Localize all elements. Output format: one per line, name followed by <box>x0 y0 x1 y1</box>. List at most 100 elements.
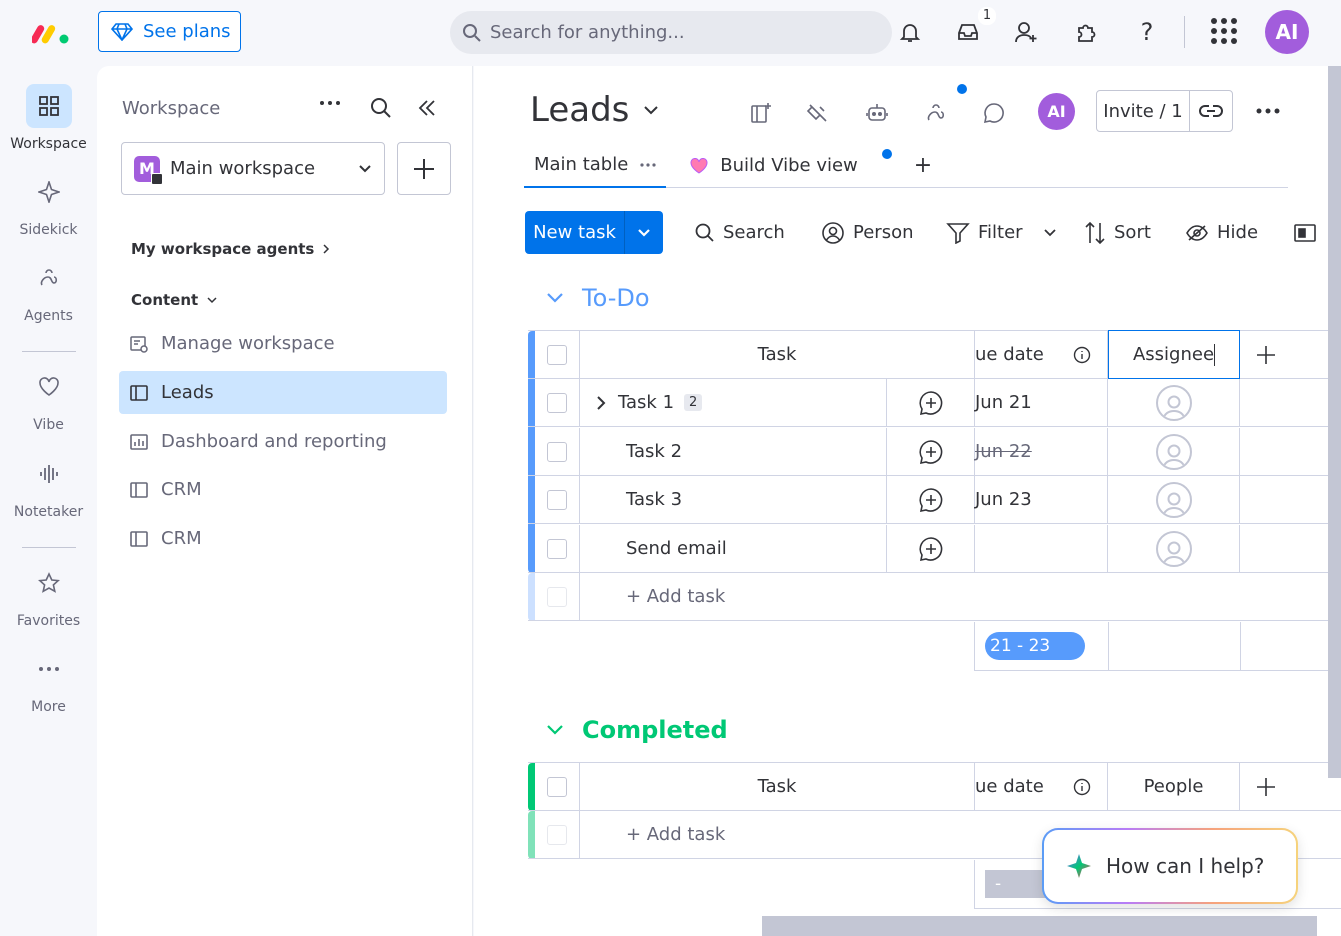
add-column-button[interactable] <box>1240 331 1292 378</box>
panel-more-icon[interactable] <box>319 100 341 106</box>
add-column-button[interactable] <box>1240 763 1292 810</box>
invite-button[interactable]: Invite / 1 <box>1096 90 1233 132</box>
assignee-cell[interactable] <box>1108 379 1240 426</box>
hide-tool[interactable]: Hide <box>1185 211 1258 254</box>
column-header-task[interactable]: Task <box>580 763 975 810</box>
search-tool[interactable]: Search <box>695 211 785 254</box>
column-header-assignee-input[interactable]: Assignee <box>1108 330 1240 379</box>
bell-icon[interactable] <box>896 18 924 46</box>
group-header-todo[interactable]: To-Do <box>546 284 650 312</box>
due-date-cell[interactable]: Jun 23 <box>975 476 1108 523</box>
row-checkbox[interactable] <box>547 489 567 510</box>
nav-item-leads[interactable]: Leads <box>119 371 447 414</box>
nav-item-crm[interactable]: CRM <box>119 517 447 560</box>
sidekick-board-icon[interactable] <box>747 99 775 127</box>
nav-item-crm[interactable]: CRM <box>119 468 447 511</box>
integrations-icon[interactable] <box>1073 18 1101 46</box>
info-icon[interactable] <box>1073 778 1091 796</box>
rail-vibe[interactable]: Vibe <box>0 365 97 433</box>
rail-notetaker[interactable]: Notetaker <box>0 452 97 520</box>
add-update-icon[interactable] <box>887 476 975 523</box>
row-checkbox[interactable] <box>547 441 567 462</box>
column-header-task[interactable]: Task <box>580 331 975 378</box>
task-cell[interactable]: Task 3 <box>580 476 887 523</box>
workspace-selector[interactable]: M Main workspace <box>121 142 385 195</box>
panel-search-icon[interactable] <box>370 97 392 119</box>
apps-grid-icon[interactable] <box>1210 17 1238 45</box>
column-title: Assignee <box>1132 344 1215 365</box>
board-title[interactable]: Leads <box>530 90 659 130</box>
table-row[interactable]: Send email <box>528 525 1341 573</box>
tab-build-vibe-view[interactable]: Build Vibe view <box>680 144 868 188</box>
filter-tool[interactable]: Filter <box>946 211 1057 254</box>
content-section[interactable]: Content <box>131 291 218 309</box>
table-row[interactable]: Task 3 Jun 23 <box>528 476 1341 524</box>
table-row[interactable]: Task 2 Jun 22 <box>528 428 1341 476</box>
monday-logo[interactable] <box>32 20 72 46</box>
agents-icon[interactable] <box>923 99 951 127</box>
copy-link-icon[interactable] <box>1190 91 1232 131</box>
add-update-icon[interactable] <box>887 379 975 426</box>
add-view-button[interactable]: + <box>904 144 942 188</box>
row-checkbox[interactable] <box>547 392 567 413</box>
assignee-cell[interactable] <box>1108 525 1240 572</box>
add-task-row[interactable]: + Add task <box>528 573 1341 621</box>
task-cell[interactable]: Send email <box>580 525 887 572</box>
board-user-avatar[interactable]: AI <box>1038 93 1075 130</box>
collapse-panel-icon[interactable] <box>418 99 436 117</box>
new-task-button[interactable]: New task <box>525 211 663 254</box>
due-date-cell[interactable] <box>975 525 1108 572</box>
select-all-checkbox[interactable] <box>547 776 567 797</box>
group-header-completed[interactable]: Completed <box>546 716 728 744</box>
add-update-icon[interactable] <box>887 428 975 475</box>
info-icon[interactable] <box>1073 346 1091 364</box>
row-checkbox[interactable] <box>547 538 567 559</box>
assignee-cell[interactable] <box>1108 476 1240 523</box>
sort-tool[interactable]: Sort <box>1084 211 1151 254</box>
tab-more-icon[interactable] <box>640 162 656 167</box>
inbox-icon[interactable] <box>954 18 982 46</box>
updates-chat-icon[interactable] <box>980 99 1008 127</box>
see-plans-button[interactable]: See plans <box>98 11 241 52</box>
due-date-cell[interactable]: Jun 22 <box>975 428 1108 475</box>
help-icon[interactable]: ? <box>1133 18 1161 46</box>
add-update-icon[interactable] <box>887 525 975 572</box>
column-header-due-date[interactable]: ue date <box>975 763 1108 810</box>
global-search-input[interactable]: Search for anything... <box>450 11 892 54</box>
group-by-tool[interactable] <box>1294 211 1316 254</box>
nav-item-dashboard[interactable]: Dashboard and reporting <box>119 420 447 463</box>
table-row[interactable]: Task 1 2 Jun 21 <box>528 379 1341 427</box>
assignee-cell[interactable] <box>1108 428 1240 475</box>
task-cell[interactable]: Task 1 2 <box>580 379 887 426</box>
add-workspace-item-button[interactable] <box>397 142 451 195</box>
rail-favorites[interactable]: Favorites <box>0 561 97 629</box>
due-date-cell[interactable]: Jun 21 <box>975 379 1108 426</box>
column-header-people[interactable]: People <box>1108 763 1240 810</box>
chevron-down-icon[interactable] <box>546 292 564 304</box>
workspace-agents-section[interactable]: My workspace agents <box>131 240 330 258</box>
tab-main-table[interactable]: Main table <box>524 144 667 188</box>
chevron-down-icon[interactable] <box>625 211 663 254</box>
rail-divider <box>22 351 76 352</box>
rail-more[interactable]: More <box>0 647 97 715</box>
add-task-input[interactable]: + Add task <box>580 573 1341 620</box>
rail-workspace[interactable]: Workspace <box>0 84 97 152</box>
column-header-due-date[interactable]: ue date <box>975 331 1108 378</box>
horizontal-scrollbar[interactable] <box>762 916 1317 936</box>
rail-agents[interactable]: Agents <box>0 256 97 324</box>
nav-item-manage-workspace[interactable]: Manage workspace <box>119 322 447 365</box>
select-all-checkbox[interactable] <box>547 344 567 365</box>
integrate-icon[interactable] <box>804 99 832 127</box>
chevron-down-icon[interactable] <box>546 724 564 736</box>
user-avatar[interactable]: AI <box>1265 10 1309 54</box>
task-cell[interactable]: Task 2 <box>580 428 887 475</box>
invite-user-icon[interactable] <box>1013 18 1041 46</box>
person-filter-tool[interactable]: Person <box>821 211 914 254</box>
automate-robot-icon[interactable] <box>863 99 891 127</box>
expand-subitems-icon[interactable] <box>596 395 606 411</box>
board-more-icon[interactable] <box>1256 108 1280 114</box>
ai-assistant-prompt[interactable]: How can I help? <box>1042 828 1298 904</box>
rail-sidekick[interactable]: Sidekick <box>0 170 97 238</box>
chevron-down-icon[interactable] <box>1043 228 1057 238</box>
vertical-scrollbar[interactable] <box>1328 66 1341 778</box>
